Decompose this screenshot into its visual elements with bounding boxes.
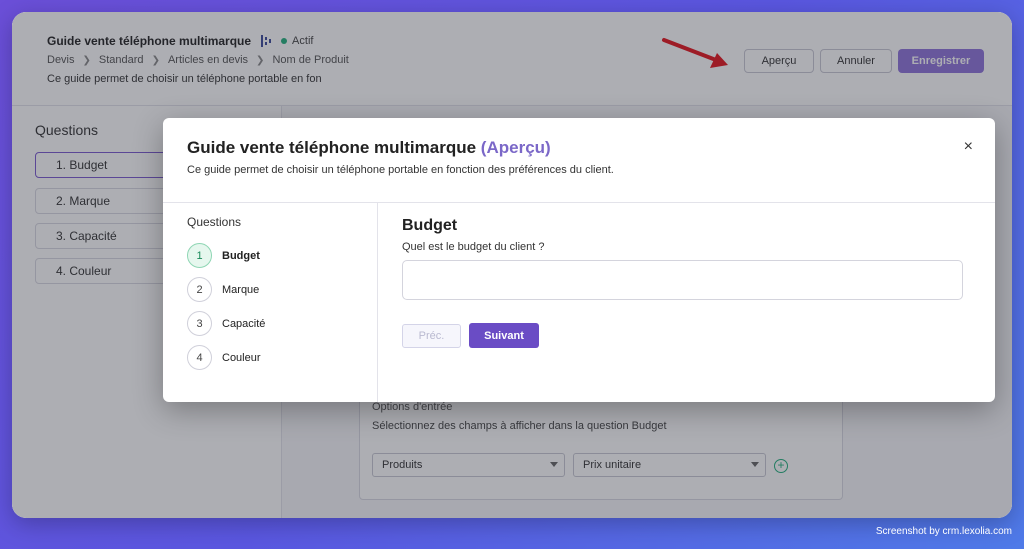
step-couleur[interactable]: 4 Couleur <box>187 345 261 370</box>
step-label: Capacité <box>222 317 266 330</box>
screenshot-credit: Screenshot by crm.lexolia.com <box>875 526 1012 537</box>
modal-title-text: Guide vente téléphone multimarque <box>187 138 477 157</box>
modal-title-suffix: (Aperçu) <box>480 138 551 157</box>
question-text: Quel est le budget du client ? <box>402 241 545 253</box>
steps-heading: Questions <box>187 215 242 229</box>
question-title: Budget <box>402 217 458 234</box>
step-capacite[interactable]: 3 Capacité <box>187 311 265 336</box>
step-number: 1 <box>187 243 212 268</box>
close-icon[interactable]: × <box>964 138 973 156</box>
modal-title: Guide vente téléphone multimarque (Aperç… <box>187 138 551 158</box>
step-label: Marque <box>222 283 260 296</box>
step-number: 2 <box>187 277 212 302</box>
modal-steps-sidebar: Questions 1 Budget 2 Marque 3 Capacité 4… <box>163 203 378 402</box>
step-label: Couleur <box>222 351 261 364</box>
budget-input[interactable] <box>402 260 963 300</box>
question-content: Budget Quel est le budget du client ? Pr… <box>378 203 995 402</box>
modal-description: Ce guide permet de choisir un téléphone … <box>187 164 614 176</box>
step-number: 3 <box>187 311 212 336</box>
step-label: Budget <box>222 249 260 262</box>
app-window: Guide vente téléphone multimarque Actif … <box>12 12 1012 518</box>
step-marque[interactable]: 2 Marque <box>187 277 259 302</box>
step-number: 4 <box>187 345 212 370</box>
preview-modal: Guide vente téléphone multimarque (Aperç… <box>163 118 995 402</box>
next-button[interactable]: Suivant <box>469 323 539 348</box>
step-budget[interactable]: 1 Budget <box>187 243 260 268</box>
previous-button[interactable]: Préc. <box>402 324 461 348</box>
